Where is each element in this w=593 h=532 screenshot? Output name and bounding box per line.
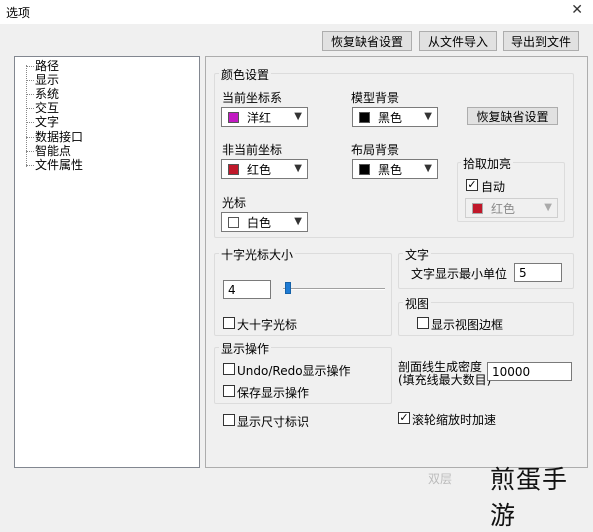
current-axis-color-select[interactable]: 洋红 ▼ [221,107,308,127]
chevron-down-icon: ▼ [544,202,552,213]
pick-highlight-color-select: 红色 ▼ [465,198,558,218]
chevron-down-icon: ▼ [294,216,302,227]
import-from-file-button[interactable]: 从文件导入 [419,31,497,51]
wheel-zoom-accel-label: 滚轮缩放时加速 [412,413,497,427]
undo-redo-label: Undo/Redo显示操作 [237,364,351,378]
layout-bg-color-select[interactable]: 黑色 ▼ [352,159,438,179]
cursor-color-label: 光标 [222,196,247,210]
undo-redo-checkbox[interactable] [223,363,235,375]
pick-highlight-auto-checkbox[interactable]: ✓ [466,179,478,191]
color-swatch [228,163,239,175]
text-group-title: 文字 [403,246,432,263]
window-title: 选项 [6,6,31,20]
color-swatch [228,216,239,228]
tree-connector [26,151,34,152]
pick-highlight-title: 拾取加亮 [461,155,514,172]
crosshair-size-input[interactable]: 4 [223,280,271,299]
watermark: 煎蛋手游 [490,465,569,530]
chevron-down-icon: ▼ [294,111,302,122]
section-line-density-sublabel: (填充线最大数目) [398,373,492,387]
tree-connector [26,137,34,138]
model-bg-color-value: 黑色 [378,110,403,125]
color-settings-title: 颜色设置 [219,66,272,83]
save-display-ops-label: 保存显示操作 [237,386,310,400]
show-dim-marks-label: 显示尺寸标识 [237,415,310,429]
color-restore-defaults-button[interactable]: 恢复缺省设置 [467,107,558,125]
pick-highlight-auto-label: 自动 [481,180,506,194]
tree-item-system[interactable]: 系统 [35,87,59,101]
layout-bg-color-value: 黑色 [378,162,403,177]
section-line-density-input[interactable]: 10000 [487,362,572,381]
color-swatch [359,163,370,175]
noncurrent-axis-label: 非当前坐标 [222,143,283,157]
cursor-color-select[interactable]: 白色 ▼ [221,212,308,232]
wheel-zoom-accel-checkbox[interactable]: ✓ [398,412,410,424]
tree-item-file-properties[interactable]: 文件属性 [35,158,83,172]
restore-defaults-button[interactable]: 恢复缺省设置 [322,31,412,51]
noncurrent-axis-color-value: 红色 [247,162,272,177]
tree-item-data-interface[interactable]: 数据接口 [35,130,83,144]
show-dim-marks-checkbox[interactable] [223,414,235,426]
chevron-down-icon: ▼ [424,111,432,122]
tree-item-smart-point[interactable]: 智能点 [35,144,71,158]
current-axis-label: 当前坐标系 [222,91,283,105]
options-tree[interactable]: 路径 显示 系统 交互 文字 数据接口 智能点 文件属性 [14,56,200,468]
color-swatch [472,202,483,214]
tree-connector [26,108,34,109]
layout-bg-label: 布局背景 [351,143,400,157]
tree-connector [26,122,34,123]
show-view-border-checkbox[interactable] [417,317,429,329]
export-to-file-button[interactable]: 导出到文件 [503,31,579,51]
crosshair-size-title: 十字光标大小 [219,246,296,263]
tree-connector [26,66,34,67]
text-min-unit-input[interactable]: 5 [514,263,562,282]
model-bg-label: 模型背景 [351,91,400,105]
current-axis-color-value: 洋红 [247,110,272,125]
watermark-sub: 双层 [428,472,453,486]
pick-highlight-color-value: 红色 [491,201,516,216]
display-ops-title: 显示操作 [219,340,272,357]
color-swatch [359,111,370,123]
tree-connector [26,165,34,166]
chevron-down-icon: ▼ [424,163,432,174]
close-icon[interactable]: ✕ [571,2,583,18]
cursor-color-value: 白色 [247,215,272,230]
big-crosshair-checkbox[interactable] [223,317,235,329]
save-display-ops-checkbox[interactable] [223,385,235,397]
tree-item-display[interactable]: 显示 [35,73,59,87]
crosshair-size-slider[interactable] [283,288,385,290]
slider-thumb[interactable] [285,282,291,294]
show-view-border-label: 显示视图边框 [431,318,504,332]
noncurrent-axis-color-select[interactable]: 红色 ▼ [221,159,308,179]
chevron-down-icon: ▼ [294,163,302,174]
color-swatch [228,111,239,123]
tree-item-path[interactable]: 路径 [35,59,59,73]
model-bg-color-select[interactable]: 黑色 ▼ [352,107,438,127]
tree-connector [26,80,34,81]
big-crosshair-label: 大十字光标 [237,318,298,332]
tree-item-interaction[interactable]: 交互 [35,101,59,115]
view-group-title: 视图 [403,295,432,312]
window-title-bar: 选项 ✕ [0,0,593,24]
text-min-unit-label: 文字显示最小单位 [411,267,508,281]
tree-item-text[interactable]: 文字 [35,115,59,129]
tree-connector [26,94,34,95]
